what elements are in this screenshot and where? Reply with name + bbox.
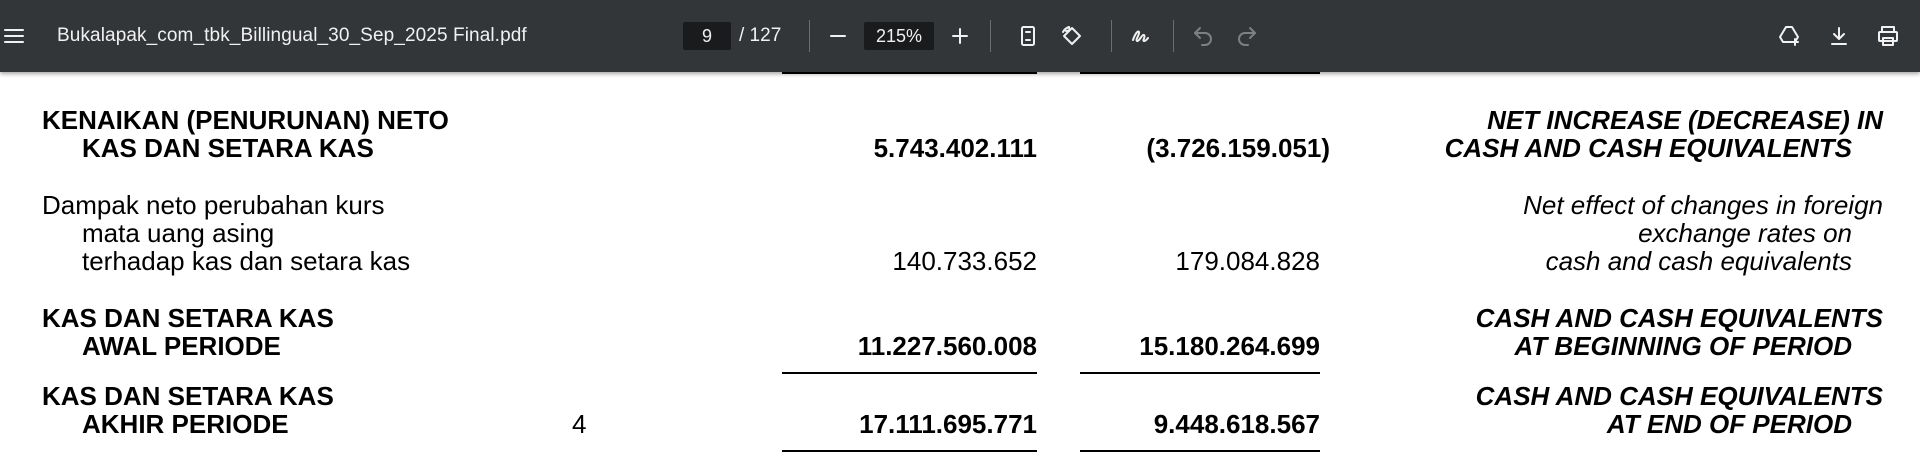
note-reference: 4 (572, 409, 587, 439)
english-label-line: AT END OF PERIOD (1606, 409, 1852, 439)
value-prior-period: 15.180.264.699 (1139, 331, 1320, 361)
toolbar-divider (1111, 20, 1112, 52)
english-label-line: AT BEGINNING OF PERIOD (1514, 331, 1852, 361)
zoom-out-icon[interactable] (818, 16, 858, 56)
document-title: Bukalapak_com_tbk_Billingual_30_Sep_2025… (57, 25, 527, 46)
value-current-period: 5.743.402.111 (873, 133, 1037, 163)
english-label-line: cash and cash equivalents (1545, 246, 1852, 276)
toolbar-divider (1173, 20, 1174, 52)
zoom-input[interactable] (864, 22, 934, 50)
english-label-line: CASH AND CASH EQUIVALENTS (1444, 133, 1852, 163)
value-prior-period: (3.726.159.051) (1146, 133, 1330, 163)
label-line: KAS DAN SETARA KAS (42, 303, 334, 333)
total-rule (782, 450, 1037, 452)
menu-icon[interactable] (0, 16, 28, 56)
download-icon[interactable] (1819, 16, 1859, 56)
label-line: KAS DAN SETARA KAS (82, 133, 374, 163)
page-number-input[interactable] (683, 22, 731, 50)
value-current-period: 140.733.652 (892, 246, 1037, 276)
english-label-line: NET INCREASE (DECREASE) IN (1487, 105, 1883, 135)
english-label-line: CASH AND CASH EQUIVALENTS (1475, 381, 1883, 411)
subtotal-rule (1080, 372, 1320, 374)
fit-page-icon[interactable] (1008, 16, 1048, 56)
label-line: AWAL PERIODE (82, 331, 281, 361)
pdf-toolbar: Bukalapak_com_tbk_Billingual_30_Sep_2025… (0, 0, 1920, 72)
save-drive-icon[interactable] (1770, 16, 1810, 56)
label-line: terhadap kas dan setara kas (82, 246, 411, 276)
total-rule (1080, 450, 1320, 452)
value-current-period: 11.227.560.008 (857, 331, 1037, 361)
page-total: / 127 (739, 25, 782, 46)
column-rule (782, 72, 1037, 74)
english-label-line: Net effect of changes in foreign (1523, 190, 1883, 220)
pdf-page: KENAIKAN (PENURUNAN) NETO KAS DAN SETARA… (0, 72, 1920, 471)
rotate-icon[interactable] (1052, 16, 1092, 56)
english-label-line: CASH AND CASH EQUIVALENTS (1475, 303, 1883, 333)
zoom-in-icon[interactable] (940, 16, 980, 56)
redo-icon[interactable] (1227, 16, 1267, 56)
label-line: KENAIKAN (PENURUNAN) NETO (42, 105, 449, 135)
toolbar-divider (990, 20, 991, 52)
value-current-period: 17.111.695.771 (859, 409, 1037, 439)
subtotal-rule (782, 372, 1037, 374)
annotate-icon[interactable] (1121, 16, 1161, 56)
label-line: KAS DAN SETARA KAS (42, 381, 334, 411)
toolbar-divider (809, 20, 810, 52)
label-line: Dampak neto perubahan kurs (42, 190, 385, 220)
undo-icon[interactable] (1183, 16, 1223, 56)
english-label-line: exchange rates on (1638, 218, 1852, 248)
label-line: AKHIR PERIODE (82, 409, 289, 439)
value-prior-period: 179.084.828 (1175, 246, 1320, 276)
value-prior-period: 9.448.618.567 (1153, 409, 1320, 439)
print-icon[interactable] (1868, 16, 1908, 56)
column-rule (1080, 72, 1320, 74)
label-line: mata uang asing (82, 218, 275, 248)
